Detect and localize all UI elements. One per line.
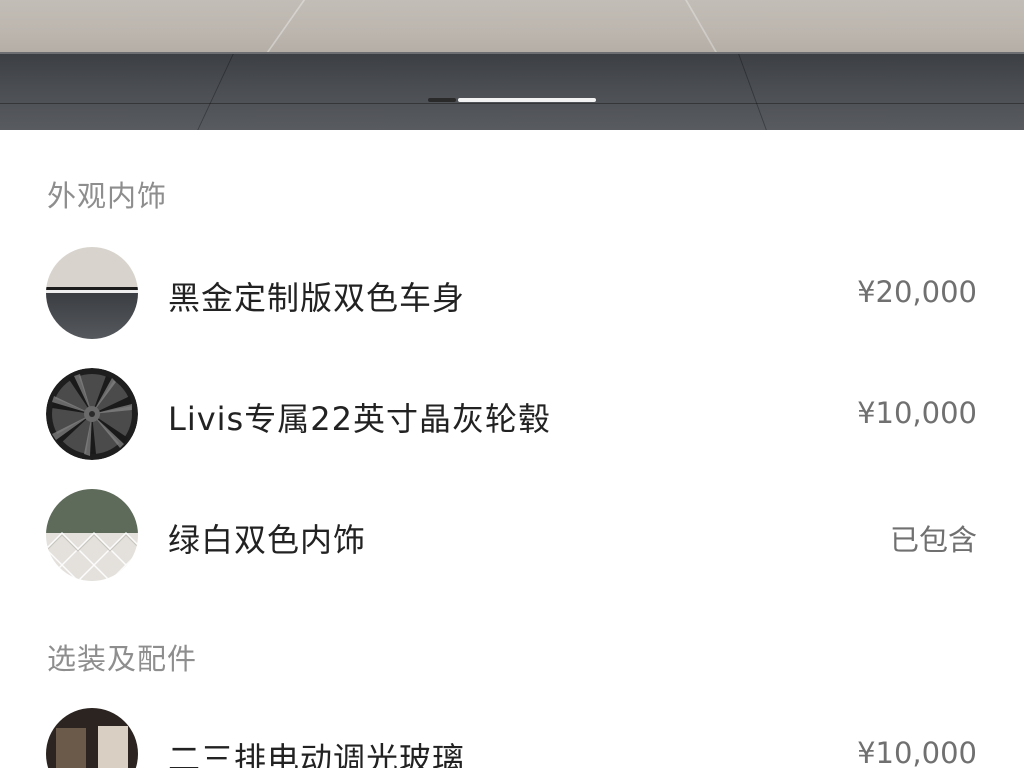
pager-dot-active[interactable] [458, 98, 596, 102]
hero-highlight-line [0, 52, 1024, 54]
option-label: 绿白双色内饰 [168, 521, 367, 559]
option-price-included: 已包含 [889, 523, 977, 557]
option-row-dimming-glass[interactable]: 二三排电动调光玻璃 ¥10,000 [0, 708, 1024, 768]
wheel-rim-icon [46, 368, 138, 460]
dimming-glass-icon [46, 708, 138, 768]
option-price: ¥10,000 [857, 396, 977, 430]
pager-dot-inactive[interactable] [428, 98, 456, 102]
option-row-body-color[interactable]: 黑金定制版双色车身 ¥20,000 [0, 247, 1024, 343]
configuration-page: 外观内饰 黑金定制版双色车身 ¥20,000 Livis专属22英寸晶灰轮毂 ¥… [0, 0, 1024, 768]
interior-swatch-icon [46, 489, 138, 581]
option-label: 二三排电动调光玻璃 [168, 740, 466, 768]
option-row-interior[interactable]: 绿白双色内饰 已包含 [0, 489, 1024, 585]
two-tone-body-swatch-icon [46, 247, 138, 339]
carousel-pager[interactable] [428, 98, 596, 102]
section-title-exterior-interior: 外观内饰 [47, 179, 168, 213]
option-price: ¥20,000 [857, 275, 977, 309]
hero-panel-line [0, 103, 1024, 104]
hero-car-body-area [0, 52, 1024, 130]
option-price: ¥10,000 [857, 736, 977, 768]
hero-carousel[interactable] [0, 0, 1024, 130]
option-label: 黑金定制版双色车身 [168, 279, 466, 317]
hero-floor-area [0, 0, 1024, 52]
option-row-wheels[interactable]: Livis专属22英寸晶灰轮毂 ¥10,000 [0, 368, 1024, 464]
section-title-options-accessories: 选装及配件 [47, 642, 198, 676]
option-label: Livis专属22英寸晶灰轮毂 [168, 400, 551, 438]
